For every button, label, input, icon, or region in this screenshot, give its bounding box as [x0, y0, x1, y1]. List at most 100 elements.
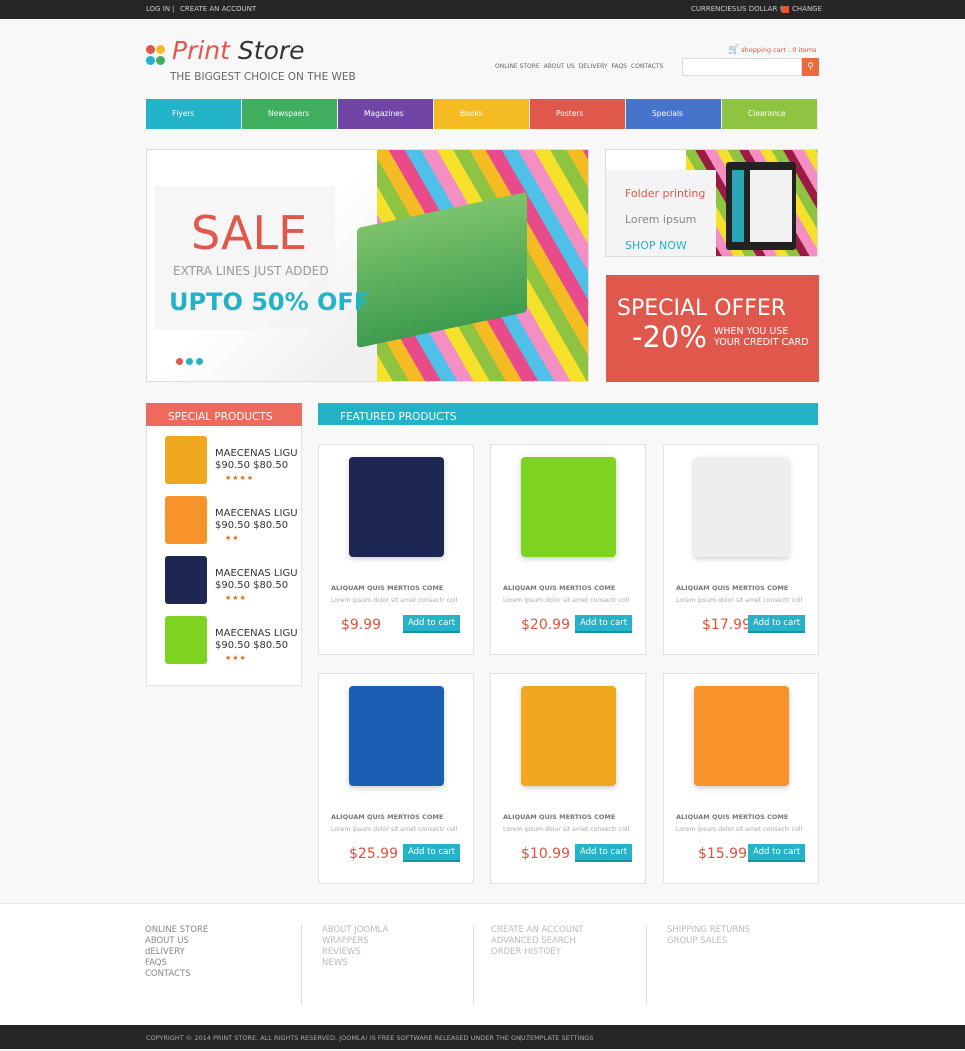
product-image[interactable] [521, 457, 616, 557]
add-to-cart-button[interactable]: Add to cart [403, 844, 461, 862]
footer-link[interactable]: CREATE AN ACCOUNT [491, 925, 584, 936]
slider-dot-2[interactable] [186, 358, 193, 365]
offer-line1: WHEN YOU USE [714, 326, 789, 337]
footer-divider [646, 925, 647, 1005]
featured-products-title: FEATURED PRODUCTS [318, 403, 818, 425]
separator: | [172, 5, 175, 13]
dropdown-icon[interactable] [782, 6, 789, 13]
product-name[interactable]: MAECENAS LIGU [215, 448, 298, 459]
product-image[interactable] [165, 436, 207, 484]
footer-link[interactable]: ABOUT JOOMLA [322, 925, 388, 936]
nav-contacts[interactable]: CONTACTS [631, 63, 663, 70]
special-product-item[interactable]: MAECENAS LIGU $90.50 $80.50 ★★★ [147, 614, 302, 674]
add-to-cart-button[interactable]: Add to cart [403, 615, 461, 633]
rating-stars-icon: ★★★ [225, 594, 247, 602]
footer-link[interactable]: ABOUT US [145, 936, 208, 947]
product-price: $90.50 $80.50 [215, 640, 289, 651]
folder-printing-banner[interactable]: Folder printing Lorem ipsum SHOP NOW [605, 149, 818, 257]
change-currency-link[interactable]: CHANGE [792, 0, 822, 19]
footer-link[interactable]: NEWS [322, 958, 388, 969]
offer-line2: YOUR CREDIT CARD [714, 337, 809, 348]
folder-subtitle: Lorem ipsum [625, 213, 697, 226]
product-image[interactable] [165, 556, 207, 604]
menu-item-magazines[interactable]: Magazines [338, 99, 434, 129]
template-settings-link[interactable]: TEMPLATE SETTINGS [526, 1025, 593, 1051]
offer-discount: -20% [632, 320, 707, 354]
product-name[interactable]: ALIQUAM QUIS MERTIOS COME [503, 584, 615, 592]
create-account-link[interactable]: CREATE AN ACCOUNT [180, 0, 256, 19]
offer-title: SPECIAL OFFER [617, 296, 787, 321]
product-price: $9.99 [341, 617, 382, 633]
currencies-label: CURRENCIES: [691, 5, 739, 13]
nav-delivery[interactable]: DELIVERY [579, 63, 608, 70]
nav-online-store[interactable]: ONLINE STORE [495, 63, 540, 70]
shopping-cart[interactable]: 🛒 shopping cart : 0 items [728, 45, 817, 55]
search-input[interactable] [682, 58, 802, 76]
footer-divider [473, 925, 474, 1005]
product-image[interactable] [349, 686, 444, 786]
menu-item-clearance[interactable]: Clearance [722, 99, 818, 129]
product-name[interactable]: MAECENAS LIGU [215, 508, 298, 519]
special-offer-banner[interactable]: SPECIAL OFFER -20% WHEN YOU USE YOUR CRE… [606, 275, 819, 382]
product-image[interactable] [694, 457, 789, 557]
menu-item-posters[interactable]: Posters [530, 99, 626, 129]
menu-item-specials[interactable]: Specials [626, 99, 722, 129]
hero-slider[interactable]: SALE EXTRA LINES JUST ADDED UPTO 50% OFF [146, 149, 589, 382]
search-button[interactable]: ⚲ [802, 58, 819, 76]
login-link[interactable]: LOG IN [146, 0, 170, 19]
special-product-item[interactable]: MAECENAS LIGU $90.50 $80.50 ★★★★ [147, 434, 302, 494]
product-name[interactable]: ALIQUAM QUIS MERTIOS COME [331, 813, 443, 821]
product-price: $90.50 $80.50 [215, 580, 289, 591]
currency-select[interactable]: US DOLLAR $ [737, 0, 784, 19]
footer-link[interactable]: GROUP SALES [667, 936, 750, 947]
product-name[interactable]: MAECENAS LIGU [215, 628, 298, 639]
product-price: $15.99 [698, 846, 747, 862]
menu-item-books[interactable]: Books [434, 99, 530, 129]
product-description: Lorem ipsum dolor sit amet consectr coll [676, 826, 803, 833]
product-image[interactable] [349, 457, 444, 557]
menu-item-newspaers[interactable]: Newspaers [242, 99, 338, 129]
product-price: $90.50 $80.50 [215, 460, 289, 471]
product-name[interactable]: ALIQUAM QUIS MERTIOS COME [503, 813, 615, 821]
shop-now-link[interactable]: SHOP NOW [625, 239, 687, 252]
nav-about-us[interactable]: ABOUT US [544, 63, 575, 70]
footer-link[interactable]: CONTACTS [145, 969, 208, 980]
footer-link[interactable]: REVIEWS [322, 947, 388, 958]
add-to-cart-button[interactable]: Add to cart [748, 844, 806, 862]
product-image[interactable] [694, 686, 789, 786]
add-to-cart-button[interactable]: Add to cart [575, 844, 633, 862]
product-card: ALIQUAM QUIS MERTIOS COME Lorem ipsum do… [663, 673, 819, 884]
product-name[interactable]: ALIQUAM QUIS MERTIOS COME [331, 584, 443, 592]
product-name[interactable]: MAECENAS LIGU [215, 568, 298, 579]
footer-column: SHIPPING RETURNS GROUP SALES [667, 925, 750, 947]
product-name[interactable]: ALIQUAM QUIS MERTIOS COME [676, 813, 788, 821]
product-name[interactable]: ALIQUAM QUIS MERTIOS COME [676, 584, 788, 592]
logo[interactable]: Print Store [146, 36, 305, 65]
footer-link[interactable]: ADVANCED SEARCH [491, 936, 584, 947]
nav-faqs[interactable]: FAQS [612, 63, 627, 70]
slider-dot-3[interactable] [196, 358, 203, 365]
product-image[interactable] [521, 686, 616, 786]
special-product-item[interactable]: MAECENAS LIGU $90.50 $80.50 ★★★ [147, 554, 302, 614]
slider-dot-1[interactable] [176, 358, 183, 365]
footer-link[interactable]: ONLINE STORE [145, 925, 208, 936]
product-image[interactable] [165, 496, 207, 544]
add-to-cart-button[interactable]: Add to cart [748, 615, 806, 633]
footer-link[interactable]: ORDER HISTOEY [491, 947, 584, 958]
special-product-item[interactable]: MAECENAS LIGU $90.50 $80.50 ★★ [147, 494, 302, 554]
footer-link[interactable]: FAQS [145, 958, 208, 969]
footer-link[interactable]: SHIPPING RETURNS [667, 925, 750, 936]
copyright: COPYRIGHT © 2014 PRINT STORE. ALL RIGHTS… [146, 1034, 528, 1042]
footer-column: ONLINE STORE ABOUT US dELIVERY FAQS CONTACTS [145, 925, 208, 980]
rating-stars-icon: ★★ [225, 534, 240, 542]
product-image[interactable] [165, 616, 207, 664]
menu-item-flyers[interactable]: Flyers [146, 99, 242, 129]
add-to-cart-button[interactable]: Add to cart [575, 615, 633, 633]
folder-title: Folder printing [625, 187, 706, 200]
product-description: Lorem ipsum dolor sit amet consectr coll [503, 826, 630, 833]
separator: | [519, 1034, 522, 1042]
footer-link[interactable]: WRAPPERS [322, 936, 388, 947]
product-price: $25.99 [349, 846, 398, 862]
footer-link[interactable]: dELIVERY [145, 947, 208, 958]
product-card: ALIQUAM QUIS MERTIOS COME Lorem ipsum do… [490, 444, 646, 655]
